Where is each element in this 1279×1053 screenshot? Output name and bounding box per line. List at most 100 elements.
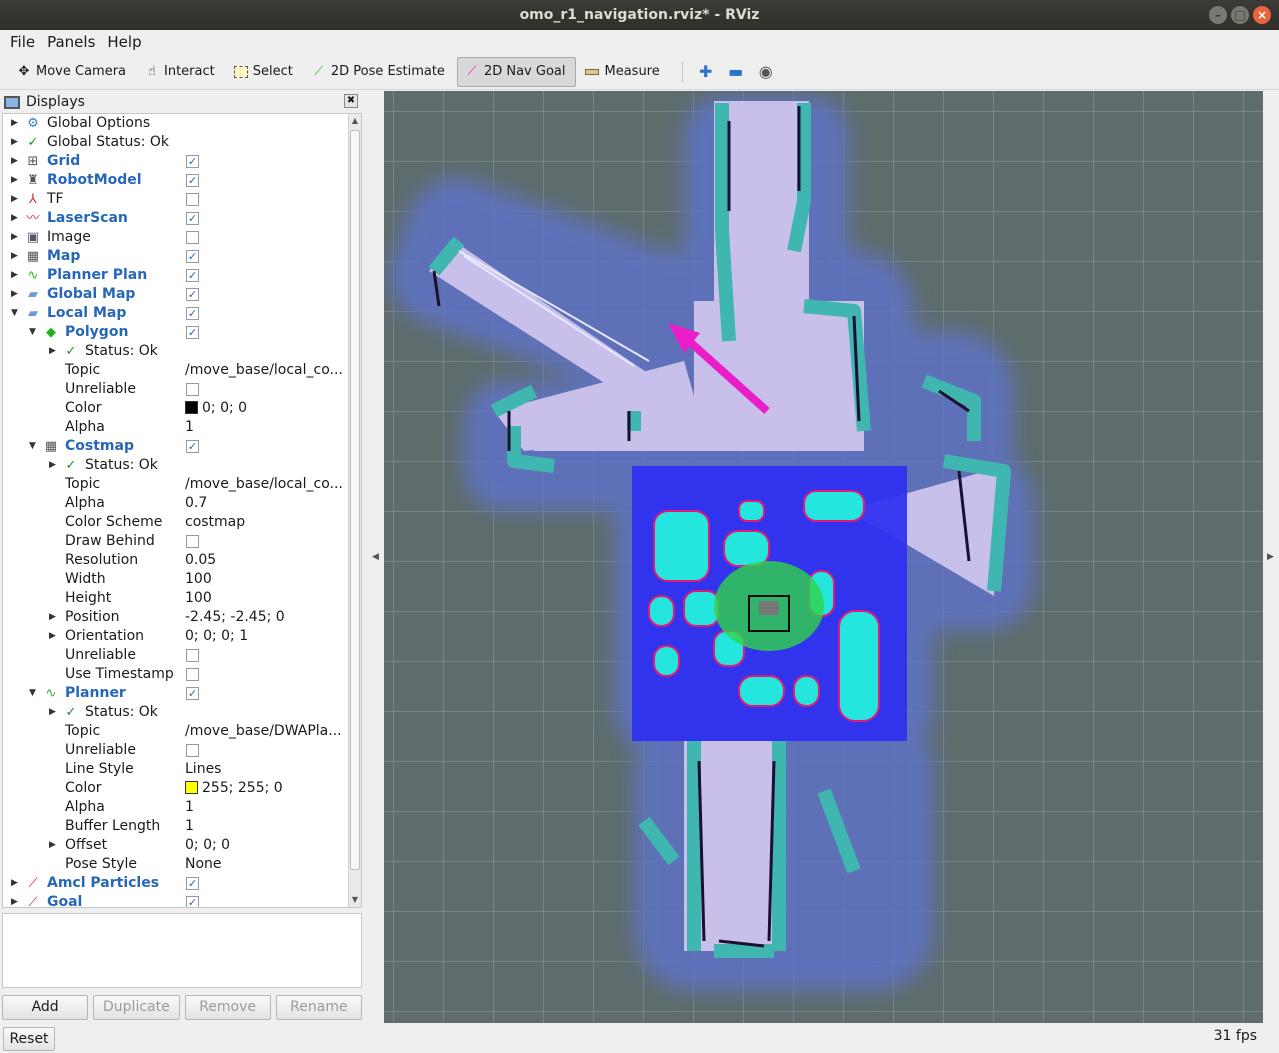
scroll-thumb[interactable]: [350, 130, 360, 870]
expanded-arrow-icon[interactable]: ▼: [11, 304, 21, 323]
display-enabled-checkbox[interactable]: ✓: [186, 440, 199, 453]
display-row[interactable]: Alpha 0.7: [3, 494, 361, 513]
display-enabled-checkbox[interactable]: ✓: [186, 155, 199, 168]
scroll-up-arrow[interactable]: ▲: [349, 114, 361, 128]
display-row[interactable]: Topic/move_base/local_co...: [3, 361, 361, 380]
duplicate-button[interactable]: Duplicate: [93, 995, 180, 1020]
display-row[interactable]: Use Timestamp: [3, 665, 361, 684]
minimize-button[interactable]: –: [1209, 6, 1227, 24]
display-row[interactable]: ▶ 〰 LaserScan ✓: [3, 209, 361, 228]
2d-pose-estimate-tool[interactable]: ⟋ 2D Pose Estimate: [305, 57, 455, 87]
display-enabled-checkbox[interactable]: [186, 744, 199, 757]
display-row[interactable]: ▶ ⟋ Amcl Particles ✓: [3, 874, 361, 893]
display-row[interactable]: Resolution 0.05: [3, 551, 361, 570]
left-splitter-handle[interactable]: ◀: [372, 552, 380, 564]
display-row[interactable]: ▶ ⅄ TF: [3, 190, 361, 209]
display-row[interactable]: ▶ ▰ Global Map ✓: [3, 285, 361, 304]
scroll-down-arrow[interactable]: ▼: [349, 893, 361, 907]
display-row[interactable]: Line Style Lines: [3, 760, 361, 779]
display-row[interactable]: ▶ ⊞ Grid ✓: [3, 152, 361, 171]
display-row[interactable]: ▶ ✓ Status: Ok: [3, 342, 361, 361]
display-enabled-checkbox[interactable]: [186, 668, 199, 681]
display-row[interactable]: Pose Style None: [3, 855, 361, 874]
collapsed-arrow-icon[interactable]: ▶: [49, 342, 59, 361]
display-row[interactable]: ▶ ▣ Image: [3, 228, 361, 247]
property-value[interactable]: 0; 0; 0: [185, 836, 230, 855]
add-button[interactable]: Add: [2, 995, 89, 1020]
collapsed-arrow-icon[interactable]: ▶: [11, 171, 21, 190]
property-value[interactable]: 1: [185, 418, 194, 437]
expanded-arrow-icon[interactable]: ▼: [29, 684, 39, 703]
display-row[interactable]: Color 255; 255; 0: [3, 779, 361, 798]
menu-help[interactable]: Help: [101, 33, 147, 51]
property-value[interactable]: 0.7: [185, 494, 207, 513]
display-enabled-checkbox[interactable]: [186, 649, 199, 662]
display-row[interactable]: Alpha 1: [3, 418, 361, 437]
property-value[interactable]: 0; 0; 0: [185, 399, 247, 418]
display-enabled-checkbox[interactable]: ✓: [186, 896, 199, 907]
display-row[interactable]: Unreliable: [3, 380, 361, 399]
property-value[interactable]: 255; 255; 0: [185, 779, 283, 798]
remove-button[interactable]: Remove: [184, 995, 271, 1020]
collapsed-arrow-icon[interactable]: ▶: [11, 874, 21, 893]
property-value[interactable]: Lines: [185, 760, 221, 779]
display-row[interactable]: ▶ ✓ Global Status: Ok: [3, 133, 361, 152]
display-row[interactable]: ▶ Orientation 0; 0; 0; 1: [3, 627, 361, 646]
display-row[interactable]: Topic/move_base/DWAPla...: [3, 722, 361, 741]
display-row[interactable]: ▼ ▦ Costmap ✓: [3, 437, 361, 456]
display-enabled-checkbox[interactable]: ✓: [186, 326, 199, 339]
display-row[interactable]: ▼ ▰ Local Map ✓: [3, 304, 361, 323]
collapsed-arrow-icon[interactable]: ▶: [11, 893, 21, 907]
property-value[interactable]: 100: [185, 570, 212, 589]
display-row[interactable]: ▶ ∿ Planner Plan ✓: [3, 266, 361, 285]
display-enabled-checkbox[interactable]: ✓: [186, 212, 199, 225]
collapsed-arrow-icon[interactable]: ▶: [11, 152, 21, 171]
collapsed-arrow-icon[interactable]: ▶: [11, 114, 21, 133]
remove-tool-button[interactable]: ▬: [723, 59, 749, 85]
display-row[interactable]: ▶ Position -2.45; -2.45; 0: [3, 608, 361, 627]
display-row[interactable]: ▶ ⚙ Global Options: [3, 114, 361, 133]
collapsed-arrow-icon[interactable]: ▶: [11, 209, 21, 228]
display-enabled-checkbox[interactable]: [186, 383, 199, 396]
display-enabled-checkbox[interactable]: ✓: [186, 307, 199, 320]
tool-properties-button[interactable]: ◉: [753, 59, 779, 85]
display-enabled-checkbox[interactable]: ✓: [186, 877, 199, 890]
property-value[interactable]: /move_base/DWAPla...: [185, 722, 342, 741]
collapsed-arrow-icon[interactable]: ▶: [49, 836, 59, 855]
display-row[interactable]: Buffer Length 1: [3, 817, 361, 836]
property-value[interactable]: 1: [185, 798, 194, 817]
collapsed-arrow-icon[interactable]: ▶: [49, 703, 59, 722]
menu-panels[interactable]: Panels: [41, 33, 101, 51]
rename-button[interactable]: Rename: [275, 995, 362, 1020]
collapsed-arrow-icon[interactable]: ▶: [11, 266, 21, 285]
display-row[interactable]: Color 0; 0; 0: [3, 399, 361, 418]
menu-file[interactable]: File: [4, 33, 41, 51]
display-enabled-checkbox[interactable]: [186, 231, 199, 244]
display-row[interactable]: Unreliable: [3, 741, 361, 760]
display-row[interactable]: Width 100: [3, 570, 361, 589]
display-enabled-checkbox[interactable]: ✓: [186, 269, 199, 282]
property-value[interactable]: costmap: [185, 513, 245, 532]
display-row[interactable]: Color Scheme costmap: [3, 513, 361, 532]
interact-tool[interactable]: ☝ Interact: [138, 57, 225, 87]
display-row[interactable]: ▶ ⟋ Goal ✓: [3, 893, 361, 907]
property-value[interactable]: 0.05: [185, 551, 216, 570]
display-row[interactable]: Unreliable: [3, 646, 361, 665]
display-row[interactable]: ▶ ▦ Map ✓: [3, 247, 361, 266]
move-camera-tool[interactable]: ✥ Move Camera: [10, 57, 136, 87]
display-enabled-checkbox[interactable]: [186, 193, 199, 206]
display-row[interactable]: Topic/move_base/local_co...: [3, 475, 361, 494]
display-enabled-checkbox[interactable]: ✓: [186, 174, 199, 187]
expanded-arrow-icon[interactable]: ▼: [29, 437, 39, 456]
display-row[interactable]: ▶ ✓ Status: Ok: [3, 456, 361, 475]
property-value[interactable]: -2.45; -2.45; 0: [185, 608, 285, 627]
collapsed-arrow-icon[interactable]: ▶: [11, 285, 21, 304]
measure-tool[interactable]: Measure: [578, 57, 669, 87]
property-value[interactable]: 1: [185, 817, 194, 836]
display-row[interactable]: ▶ Offset 0; 0; 0: [3, 836, 361, 855]
maximize-button[interactable]: □: [1231, 6, 1249, 24]
display-row[interactable]: ▶ ✓ Status: Ok: [3, 703, 361, 722]
display-enabled-checkbox[interactable]: [186, 535, 199, 548]
collapsed-arrow-icon[interactable]: ▶: [11, 228, 21, 247]
property-value[interactable]: 100: [185, 589, 212, 608]
